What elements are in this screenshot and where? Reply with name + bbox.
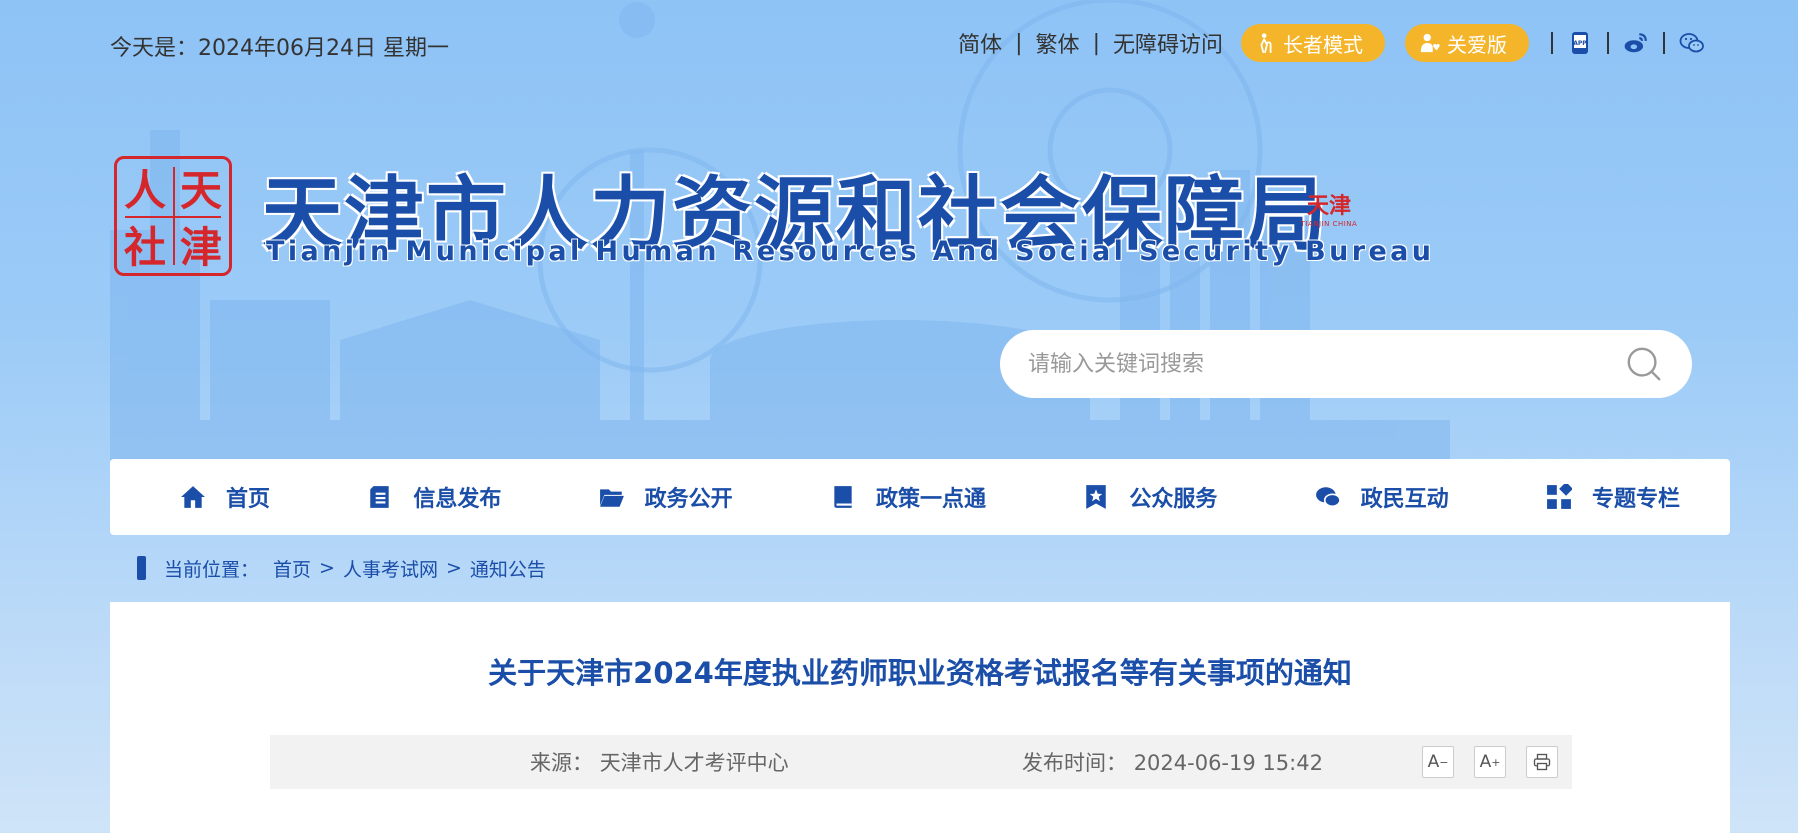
chat-icon [1315, 487, 1341, 508]
seal-char: 津 [179, 223, 222, 272]
font-decrease-label: A [1427, 752, 1440, 772]
badge-subtext: TIANJIN CHINA [1300, 220, 1358, 228]
current-date: 今天是：2024年06月24日 星期一 [110, 30, 449, 62]
bureau-seal-logo: 人 天 社 津 [114, 156, 232, 276]
article-title: 关于天津市2024年度执业药师职业资格考试报名等有关事项的通知 [488, 656, 1352, 690]
date-prefix: 今天是： [110, 36, 199, 61]
weibo-icon[interactable] [1623, 30, 1649, 56]
seal-char: 天 [179, 166, 222, 215]
font-increase-button[interactable]: A + [1474, 746, 1506, 778]
accessibility-link[interactable]: 无障碍访问 [1113, 27, 1223, 59]
print-button[interactable] [1526, 746, 1558, 778]
badge-text: 天津 [1306, 193, 1351, 219]
elder-mode-button[interactable]: 长者模式 [1241, 24, 1385, 62]
breadcrumb-link-notice[interactable]: 通知公告 [470, 555, 546, 582]
bookmark-star-icon [1086, 485, 1107, 509]
nav-item-info-release[interactable]: 信息发布 [367, 481, 501, 513]
book-icon [834, 486, 852, 508]
lang-traditional-link[interactable]: 繁体 [1036, 27, 1080, 59]
publish-value: 2024-06-19 15:42 [1133, 751, 1323, 775]
article-panel: 关于天津市2024年度执业药师职业资格考试报名等有关事项的通知 来源： 天津市人… [110, 602, 1730, 833]
source-label: 来源： [530, 751, 593, 775]
minus-icon: − [1439, 755, 1449, 769]
search-box [1000, 330, 1692, 398]
nav-item-public-service[interactable]: 公众服务 [1083, 481, 1217, 513]
breadcrumb-prefix: 当前位置： [164, 558, 260, 581]
nav-label: 政务公开 [644, 487, 733, 512]
nav-item-interaction[interactable]: 政民互动 [1315, 481, 1449, 513]
nav-label: 信息发布 [413, 487, 502, 512]
nav-item-special-topics[interactable]: 专题专栏 [1546, 481, 1680, 513]
breadcrumb-separator: > [445, 557, 462, 579]
app-icon[interactable]: APP [1567, 30, 1593, 56]
font-decrease-button[interactable]: A − [1422, 746, 1454, 778]
nav-label: 政民互动 [1360, 487, 1449, 512]
home-icon [181, 486, 205, 508]
nav-item-policy[interactable]: 政策一点通 [830, 481, 986, 513]
user-heart-icon [1420, 33, 1440, 53]
nav-label: 公众服务 [1129, 487, 1218, 512]
tianjin-badge-logo: 天津 TIANJIN CHINA [1298, 194, 1360, 264]
font-increase-label: A [1479, 752, 1492, 772]
divider [1551, 32, 1553, 54]
nav-item-gov-affairs[interactable]: 政务公开 [599, 481, 733, 513]
plus-icon: + [1491, 755, 1501, 769]
source-value: 天津市人才考评中心 [599, 751, 789, 775]
svg-text:APP: APP [1573, 40, 1587, 47]
breadcrumb: 当前位置： 首页 > 人事考试网 > 通知公告 [137, 555, 546, 582]
article-publish-time: 发布时间： 2024-06-19 15:42 [1022, 747, 1323, 777]
breadcrumb-link-exam[interactable]: 人事考试网 [343, 555, 438, 582]
printer-icon [1533, 753, 1551, 771]
article-tools: A − A + [1422, 746, 1558, 778]
article-meta-bar: 来源： 天津市人才考评中心 发布时间： 2024-06-19 15:42 A − … [270, 735, 1572, 789]
breadcrumb-separator: > [319, 557, 335, 579]
search-input[interactable] [1028, 351, 1624, 377]
divider [1607, 32, 1609, 54]
publish-label: 发布时间： [1022, 751, 1127, 775]
lang-simplified-link[interactable]: 简体 [958, 27, 1002, 59]
wechat-icon[interactable] [1679, 30, 1705, 56]
top-bar: 今天是：2024年06月24日 星期一 简体 | 繁体 | 无障碍访问 长者模式… [110, 24, 1705, 62]
top-links: 简体 | 繁体 | 无障碍访问 长者模式 关爱版 APP [958, 24, 1705, 62]
nav-label: 首页 [226, 487, 271, 512]
date-value: 2024年06月24日 星期一 [198, 36, 449, 61]
seal-char: 人 [123, 166, 166, 215]
care-mode-button[interactable]: 关爱版 [1405, 24, 1529, 62]
elder-mode-label: 长者模式 [1283, 32, 1363, 57]
nav-label: 专题专栏 [1591, 487, 1680, 512]
nav-label: 政策一点通 [875, 487, 986, 512]
separator: | [1015, 30, 1023, 56]
search-button[interactable] [1624, 344, 1664, 384]
walking-cane-icon [1260, 33, 1272, 54]
site-subtitle: Tianjin Municipal Human Resources And So… [266, 236, 1435, 267]
document-icon [370, 486, 389, 508]
breadcrumb-link-home[interactable]: 首页 [273, 555, 311, 582]
main-nav: 首页 信息发布 政务公开 政策一点通 公众服务 政民互动 专题专栏 [110, 459, 1730, 535]
breadcrumb-marker [137, 556, 146, 580]
separator: | [1092, 30, 1100, 56]
article-source: 来源： 天津市人才考评中心 [530, 747, 789, 777]
divider [1663, 32, 1665, 54]
search-icon [1627, 347, 1661, 381]
nav-item-home[interactable]: 首页 [180, 481, 270, 513]
folder-icon [599, 489, 624, 507]
care-mode-label: 关爱版 [1447, 32, 1507, 57]
seal-char: 社 [123, 223, 166, 272]
grid-icon [1547, 484, 1572, 509]
